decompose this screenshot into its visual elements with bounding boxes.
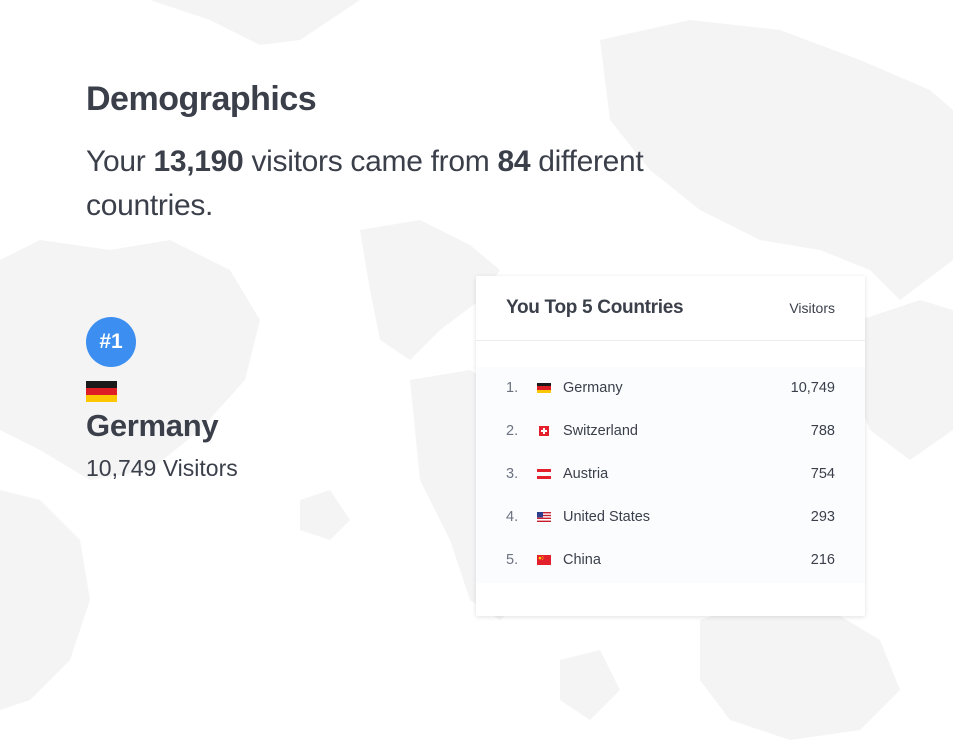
row-rank: 1. (506, 380, 519, 396)
table-row: 4. United States 293 (476, 496, 865, 539)
table-row: 2. Switzerland 788 (476, 410, 865, 453)
card-header: You Top 5 Countries Visitors (476, 276, 865, 341)
switzerland-flag-icon (539, 426, 549, 436)
row-visitors: 10,749 (790, 380, 835, 396)
germany-flag-icon (86, 381, 117, 402)
table-row: 5. China 216 (476, 539, 865, 582)
row-country: Switzerland (563, 423, 638, 439)
top-country-visitors: 10,749 Visitors (86, 455, 238, 481)
row-visitors: 754 (810, 466, 835, 482)
row-rank: 2. (506, 423, 519, 439)
top-country-name: Germany (86, 408, 219, 443)
visitors-column-header: Visitors (789, 300, 835, 316)
row-country: Austria (563, 466, 609, 482)
row-country: China (563, 552, 601, 568)
germany-flag-icon (537, 383, 551, 393)
country-list: 1. Germany 10,749 2. Switzerland 788 3. … (476, 367, 865, 583)
table-row: 3. Austria 754 (476, 453, 865, 496)
row-rank: 3. (506, 466, 519, 482)
summary-prefix: Your (86, 145, 154, 178)
row-rank: 4. (506, 509, 519, 525)
row-visitors: 293 (810, 509, 835, 525)
card-title: You Top 5 Countries (506, 297, 684, 318)
united-states-flag-icon (537, 512, 551, 522)
china-flag-icon (537, 555, 551, 565)
total-visitors-count: 13,190 (153, 145, 244, 178)
row-country: United States (563, 509, 651, 525)
demographics-panel: Demographics Your 13,190 visitors came f… (0, 0, 953, 750)
page-title: Demographics (86, 80, 317, 118)
top-countries-card: You Top 5 Countries Visitors 1. Germany … (476, 276, 865, 616)
countries-count: 84 (497, 145, 531, 178)
table-row: 1. Germany 10,749 (476, 367, 865, 410)
row-visitors: 788 (810, 423, 835, 439)
row-rank: 5. (506, 552, 519, 568)
visitor-summary: Your 13,190 visitors came from 84 differ… (86, 140, 726, 228)
austria-flag-icon (537, 469, 551, 479)
summary-middle: visitors came from (243, 145, 498, 178)
rank-badge: #1 (86, 317, 136, 367)
row-country: Germany (563, 380, 623, 396)
row-visitors: 216 (810, 552, 835, 568)
